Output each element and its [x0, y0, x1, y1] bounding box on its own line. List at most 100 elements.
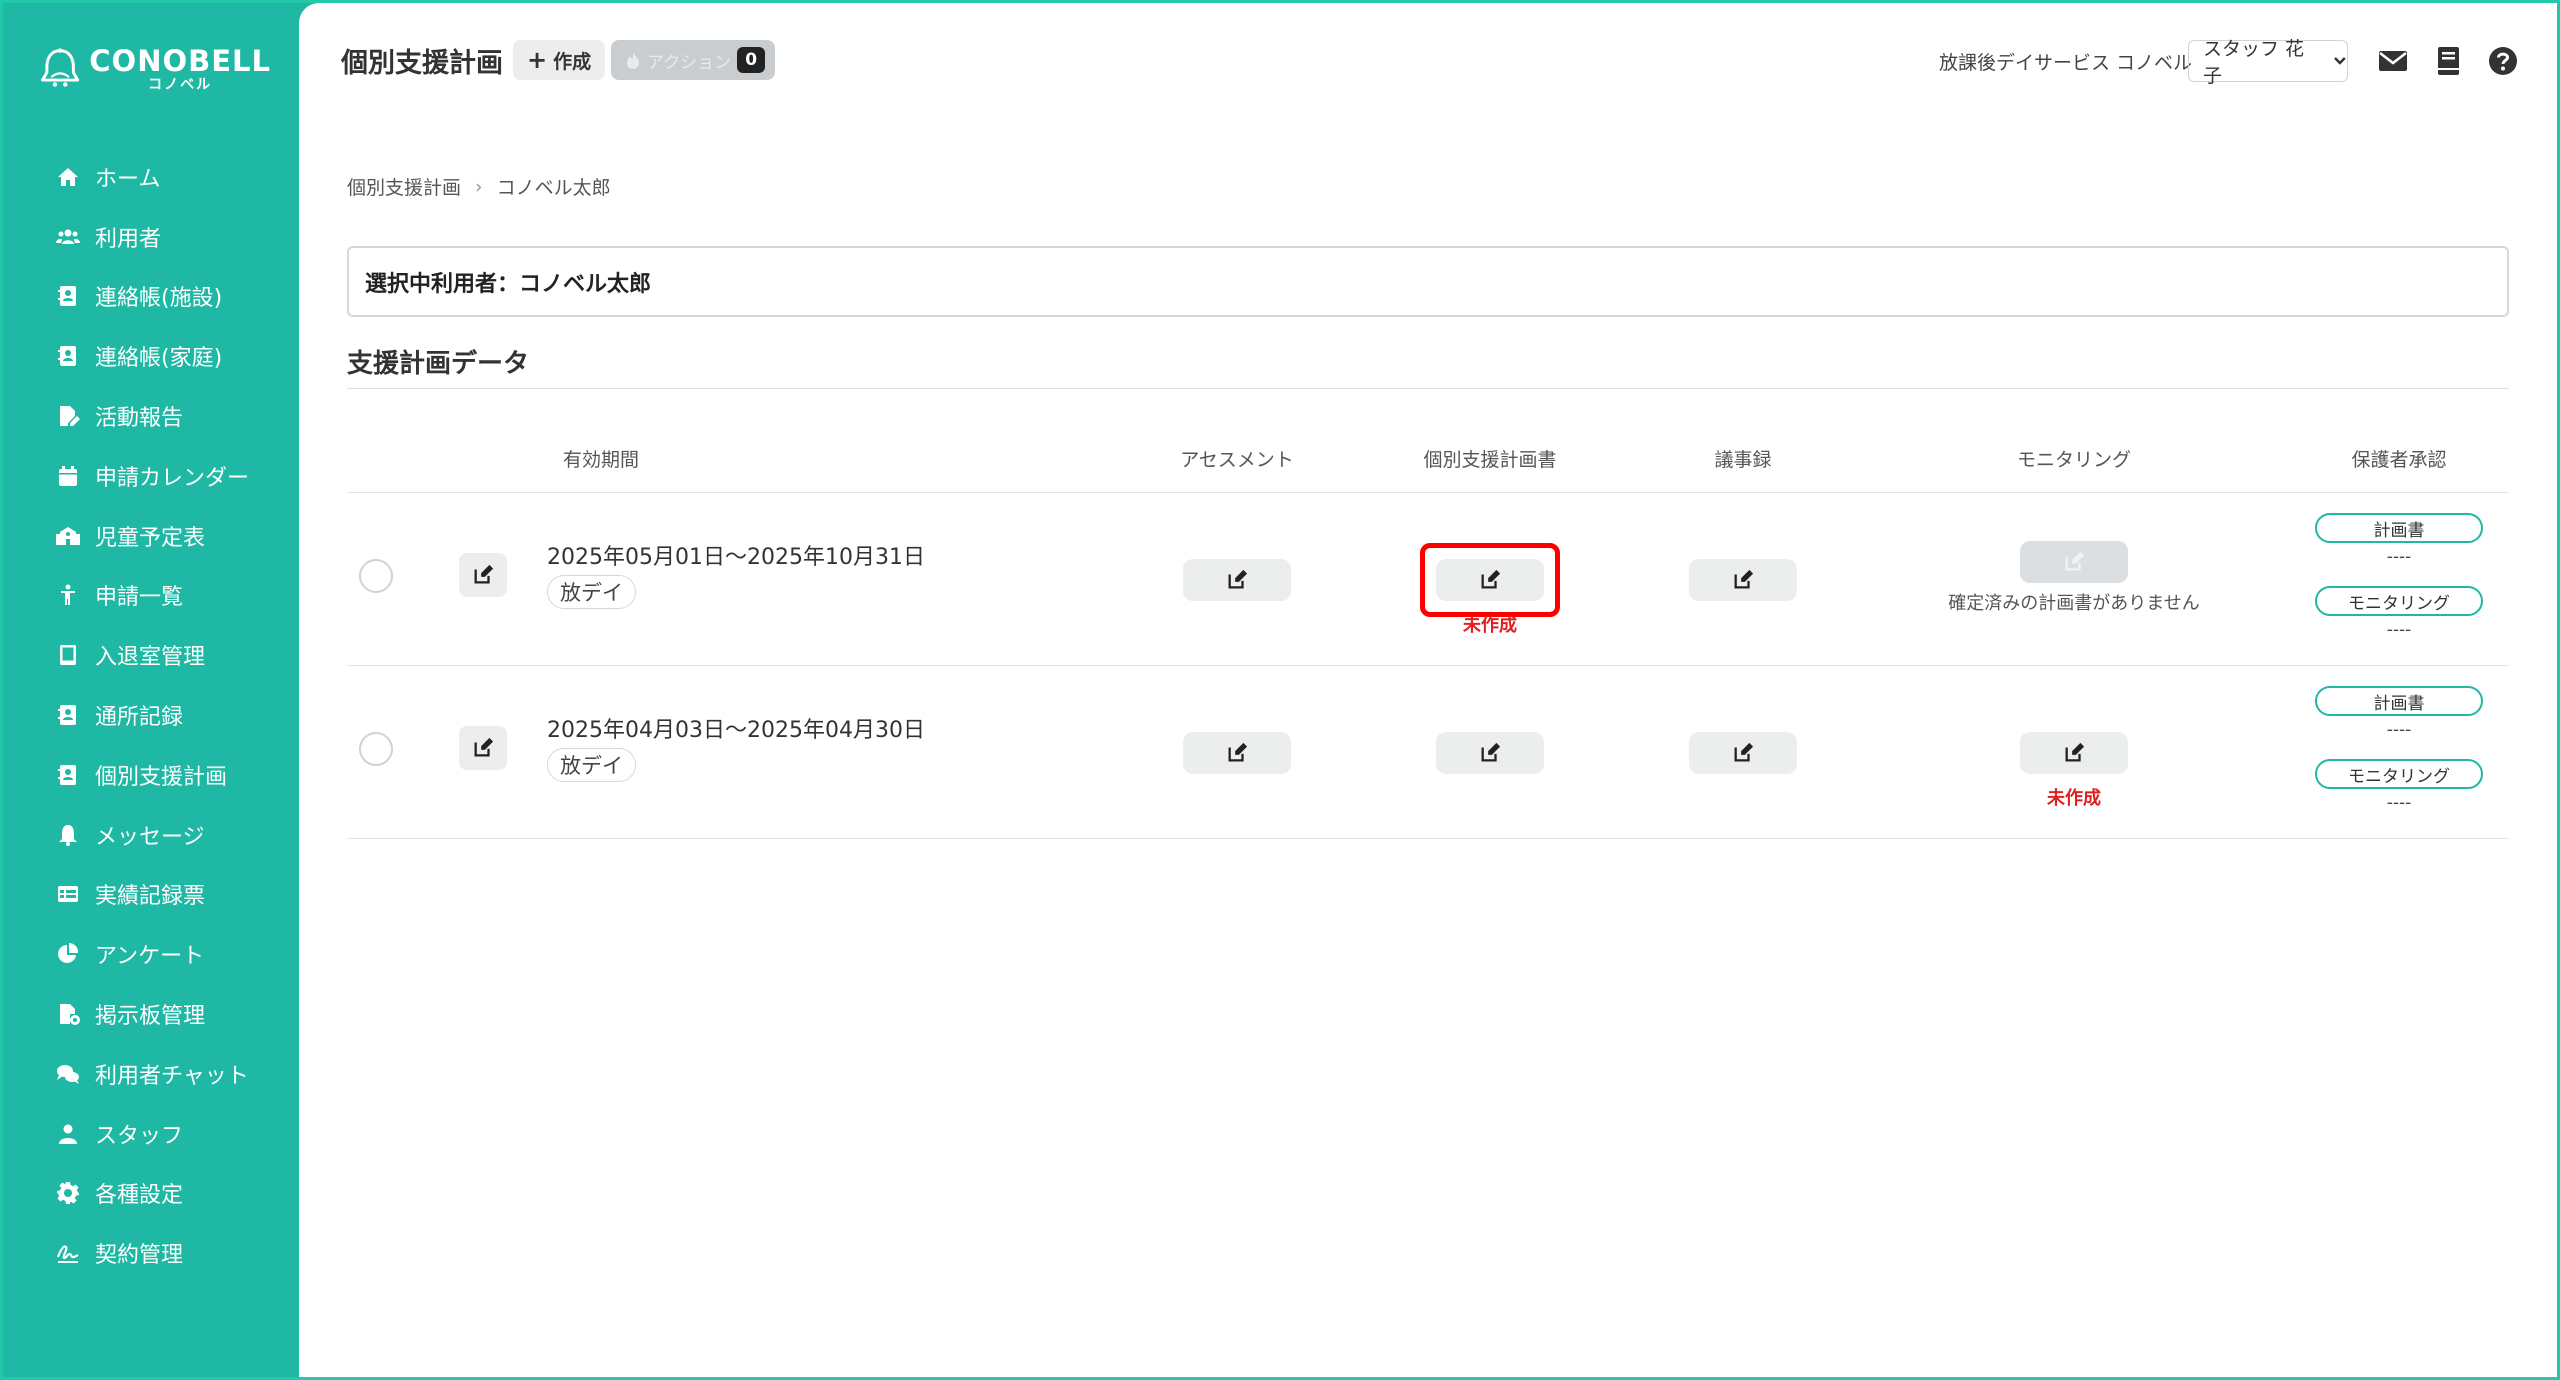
sidebar-item-settings[interactable]: 各種設定	[3, 1164, 299, 1224]
sidebar-item-label: 個別支援計画	[95, 764, 228, 790]
sidebar-item-contact-home[interactable]: 連絡帳(家庭)	[3, 326, 299, 386]
row-edit-button[interactable]	[459, 726, 507, 770]
edit-icon	[1734, 742, 1754, 762]
service-tag: 放デイ	[547, 575, 636, 609]
pie-chart-icon	[55, 941, 81, 967]
sidebar-item-support-plan[interactable]: 個別支援計画	[3, 745, 299, 805]
sidebar-item-attendance-record[interactable]: 通所記録	[3, 685, 299, 745]
sidebar-item-label: 利用者チャット	[95, 1063, 249, 1089]
sidebar-item-child-schedule[interactable]: 児童予定表	[3, 506, 299, 566]
users-icon	[55, 224, 81, 250]
period-text: 2025年05月01日〜2025年10月31日	[547, 545, 925, 570]
approval-plan-value: ----	[2386, 547, 2412, 567]
sidebar-item-label: ホーム	[95, 166, 161, 192]
sidebar-item-label: 掲示板管理	[95, 1004, 206, 1030]
create-button[interactable]: + 作成	[513, 40, 606, 80]
plan-edit-button[interactable]	[1436, 559, 1544, 601]
sidebar-item-label: 利用者	[95, 226, 162, 252]
sidebar-item-label: 入退室管理	[95, 645, 206, 671]
topbar: 個別支援計画 + 作成 アクション 0 放課後デイサービス コノベル スタッフ …	[299, 3, 2557, 115]
header-assessment: アセスメント	[1180, 449, 1294, 471]
sidebar-item-label: 契約管理	[95, 1243, 184, 1269]
sidebar-item-survey[interactable]: アンケート	[3, 924, 299, 984]
sidebar-item-label: 連絡帳(家庭)	[95, 346, 223, 372]
mail-icon[interactable]	[2377, 45, 2409, 77]
brand-text: CONOBELL コノベル	[89, 45, 271, 93]
monitoring-status: 確定済みの計画書がありません	[1948, 593, 2200, 614]
contact-book-icon	[55, 283, 81, 309]
sidebar-item-bulletin[interactable]: 掲示板管理	[3, 984, 299, 1044]
sidebar-item-user-chat[interactable]: 利用者チャット	[3, 1044, 299, 1104]
file-edit-icon	[55, 403, 81, 429]
edit-icon	[474, 564, 494, 584]
sidebar-item-contact-facility[interactable]: 連絡帳(施設)	[3, 267, 299, 327]
sidebar-item-label: 連絡帳(施設)	[95, 286, 223, 312]
header-period: 有効期間	[562, 449, 640, 471]
plan-edit-button[interactable]	[1436, 732, 1544, 774]
page-title: 個別支援計画	[341, 48, 503, 79]
period-text: 2025年04月03日〜2025年04月30日	[547, 718, 925, 743]
row-select-checkbox[interactable]	[359, 732, 393, 766]
header-plan: 個別支援計画書	[1423, 449, 1557, 471]
approval-monitoring-value: ----	[2386, 793, 2412, 813]
manual-book-icon[interactable]	[2432, 45, 2464, 77]
sidebar-item-label: アンケート	[95, 944, 205, 970]
sidebar-item-staff[interactable]: スタッフ	[3, 1104, 299, 1164]
approval-plan-pill[interactable]: 計画書	[2315, 513, 2483, 543]
home-icon	[55, 164, 81, 190]
breadcrumb-current: コノベル太郎	[496, 177, 611, 199]
action-button[interactable]: アクション 0	[611, 40, 776, 80]
sidebar-item-messages[interactable]: メッセージ	[3, 805, 299, 865]
sidebar-item-entry-exit[interactable]: 入退室管理	[3, 625, 299, 685]
brand-logo[interactable]: CONOBELL コノベル	[41, 37, 271, 101]
row-select-checkbox[interactable]	[359, 559, 393, 593]
table-icon	[55, 881, 81, 907]
facility-name: 放課後デイサービス コノベル	[1938, 52, 2192, 74]
brand-name: CONOBELL	[89, 44, 271, 78]
header-minutes: 議事録	[1714, 449, 1772, 471]
bell-logo-icon	[41, 48, 80, 87]
breadcrumb-parent-link[interactable]: 個別支援計画	[347, 173, 461, 200]
sidebar-item-home[interactable]: ホーム	[3, 147, 299, 207]
assessment-edit-button[interactable]	[1183, 732, 1291, 774]
section-divider	[347, 388, 2509, 389]
bell-icon	[55, 822, 81, 848]
chevron-down-icon	[2334, 57, 2346, 65]
sidebar-item-label: スタッフ	[95, 1123, 184, 1149]
sidebar-item-request-list[interactable]: 申請一覧	[3, 566, 299, 626]
sidebar-nav: ホーム 利用者 連絡帳(施設) 連絡帳(家庭) 活動報告 申請カレンダー 児童予…	[3, 147, 299, 1283]
approval-monitoring-value: ----	[2386, 620, 2412, 640]
approval-plan-pill[interactable]: 計画書	[2315, 686, 2483, 716]
breadcrumb: 個別支援計画 › コノベル太郎	[347, 173, 611, 200]
sidebar-item-users[interactable]: 利用者	[3, 207, 299, 267]
sidebar-item-performance-record[interactable]: 実績記録票	[3, 865, 299, 925]
sidebar-item-contract[interactable]: 契約管理	[3, 1223, 299, 1283]
approval-monitoring-pill[interactable]: モニタリング	[2315, 759, 2483, 789]
edit-icon	[2065, 551, 2085, 571]
row-edit-button[interactable]	[459, 553, 507, 597]
approval-plan-value: ----	[2386, 720, 2412, 740]
action-count-badge: 0	[737, 47, 766, 73]
minutes-edit-button[interactable]	[1689, 732, 1797, 774]
help-icon[interactable]	[2487, 45, 2519, 77]
calendar-icon	[55, 463, 81, 489]
sidebar-item-label: 活動報告	[95, 406, 184, 432]
approval-monitoring-pill[interactable]: モニタリング	[2315, 586, 2483, 616]
table-header: 有効期間 アセスメント 個別支援計画書 議事録 モニタリング 保護者承認	[347, 423, 2509, 493]
monitoring-edit-button[interactable]	[2020, 732, 2128, 774]
fire-icon	[627, 52, 639, 69]
staff-select[interactable]: スタッフ 花子	[2188, 38, 2348, 87]
edit-icon	[474, 737, 494, 757]
sidebar-item-label: 申請カレンダー	[95, 465, 250, 491]
minutes-edit-button[interactable]	[1689, 559, 1797, 601]
tablet-icon	[55, 642, 81, 668]
sidebar-item-activity-report[interactable]: 活動報告	[3, 386, 299, 446]
sidebar-item-label: 児童予定表	[95, 525, 206, 551]
staff-icon	[55, 1121, 81, 1147]
edit-icon	[1481, 742, 1501, 762]
sidebar-item-request-calendar[interactable]: 申請カレンダー	[3, 446, 299, 506]
sidebar-item-label: 各種設定	[95, 1183, 184, 1209]
assessment-edit-button[interactable]	[1183, 559, 1291, 601]
monitoring-edit-button[interactable]	[2020, 541, 2128, 583]
chevron-right-icon: ›	[475, 175, 483, 198]
